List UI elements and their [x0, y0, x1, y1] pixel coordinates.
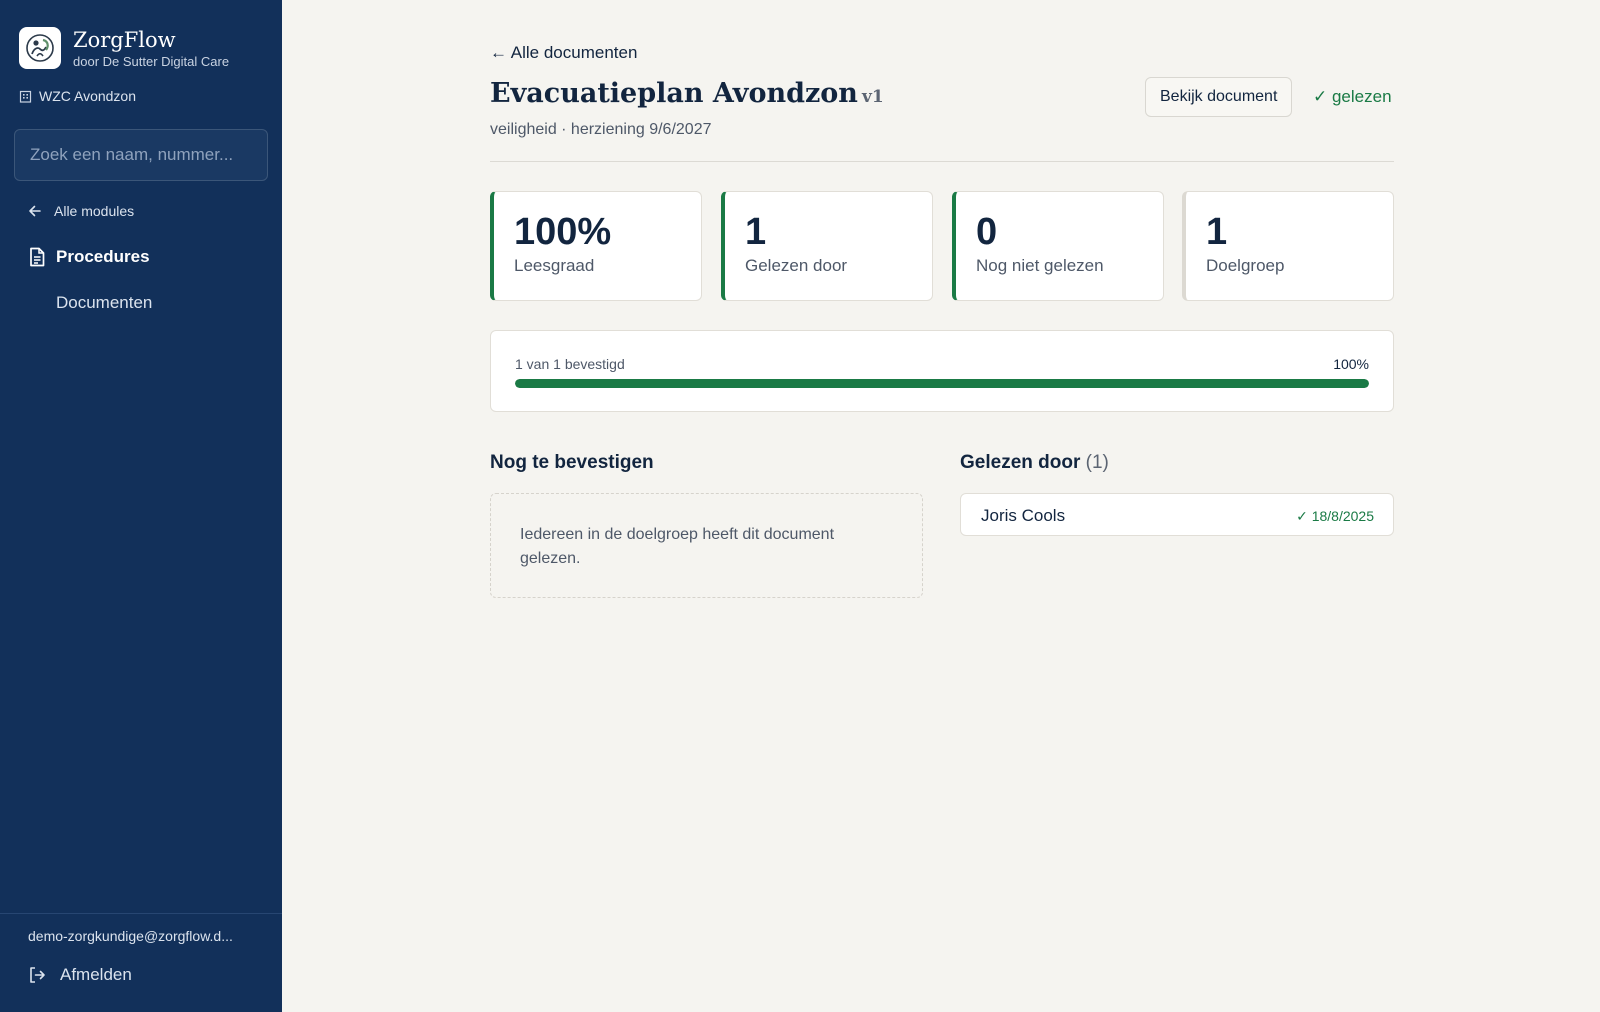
view-document-button[interactable]: Bekijk document	[1145, 77, 1293, 117]
pending-section-title: Nog te bevestigen	[490, 452, 654, 473]
brand-name: ZorgFlow	[73, 27, 176, 52]
stat-card-leesgraad: 100% Leesgraad	[490, 191, 702, 301]
logout-icon	[30, 967, 45, 983]
progress-bar	[515, 379, 1369, 388]
arrow-left-icon	[29, 205, 41, 217]
progress-percent: 100%	[1333, 356, 1369, 372]
document-meta: veiligheid · herziening 9/6/2027	[490, 121, 712, 138]
stat-card-doelgroep: 1 Doelgroep	[1182, 191, 1394, 301]
logout-button[interactable]: Afmelden	[28, 965, 132, 985]
read-status: ✓ gelezen	[1313, 87, 1392, 106]
page-title: Evacuatieplan Avondzon v1	[490, 78, 884, 109]
all-modules-link[interactable]: Alle modules	[28, 203, 134, 219]
list-item: Joris Cools ✓ 18/8/2025	[960, 493, 1394, 536]
sidebar-item-procedures[interactable]: Procedures	[28, 247, 150, 267]
sidebar: ZorgFlow door De Sutter Digital Care WZC…	[0, 0, 282, 1012]
procedures-label: Procedures	[56, 247, 150, 266]
zorgflow-logo	[19, 27, 61, 69]
stat-value: 1	[745, 211, 767, 253]
stat-card-nog-niet-gelezen: 0 Nog niet gelezen	[952, 191, 1164, 301]
stat-value: 0	[976, 211, 998, 253]
reader-name: Joris Cools	[981, 506, 1066, 525]
document-icon	[30, 247, 45, 267]
brand[interactable]: ZorgFlow door De Sutter Digital Care	[19, 27, 229, 69]
user-email: demo-zorgkundige@zorgflow.d...	[28, 928, 233, 944]
stat-card-gelezen-door: 1 Gelezen door	[721, 191, 933, 301]
all-modules-label: Alle modules	[54, 203, 135, 219]
organization-name: WZC Avondzon	[39, 88, 137, 104]
stat-label: Gelezen door	[745, 256, 848, 275]
all-documents-link[interactable]: ← Alle documenten	[490, 43, 637, 63]
stat-label: Leesgraad	[514, 256, 595, 275]
building-icon	[19, 90, 32, 103]
stat-value: 100%	[514, 211, 612, 253]
sidebar-divider	[0, 913, 282, 914]
reader-read-date: ✓ 18/8/2025	[1296, 508, 1374, 524]
progress-card: 1 van 1 bevestigd 100%	[490, 330, 1394, 412]
header-divider	[490, 161, 1394, 162]
sidebar-item-documenten[interactable]: Documenten	[56, 293, 152, 313]
organization: WZC Avondzon	[19, 88, 136, 104]
stat-label: Doelgroep	[1206, 256, 1285, 275]
pending-empty-state: Iedereen in de doelgroep heeft dit docum…	[490, 493, 923, 598]
search-input[interactable]	[14, 129, 268, 181]
readers-count: (1)	[1085, 452, 1109, 473]
stat-label: Nog niet gelezen	[976, 256, 1104, 275]
logout-label: Afmelden	[60, 965, 132, 984]
document-title: Evacuatieplan Avondzon	[490, 78, 858, 109]
version-badge: v1	[861, 87, 884, 107]
readers-title: Gelezen door	[960, 452, 1081, 473]
stat-value: 1	[1206, 211, 1228, 253]
progress-text: 1 van 1 bevestigd	[515, 356, 625, 372]
brand-subtitle: door De Sutter Digital Care	[73, 53, 230, 69]
progress-bar-fill	[515, 379, 1369, 388]
readers-section-title: Gelezen door (1)	[960, 452, 1109, 474]
